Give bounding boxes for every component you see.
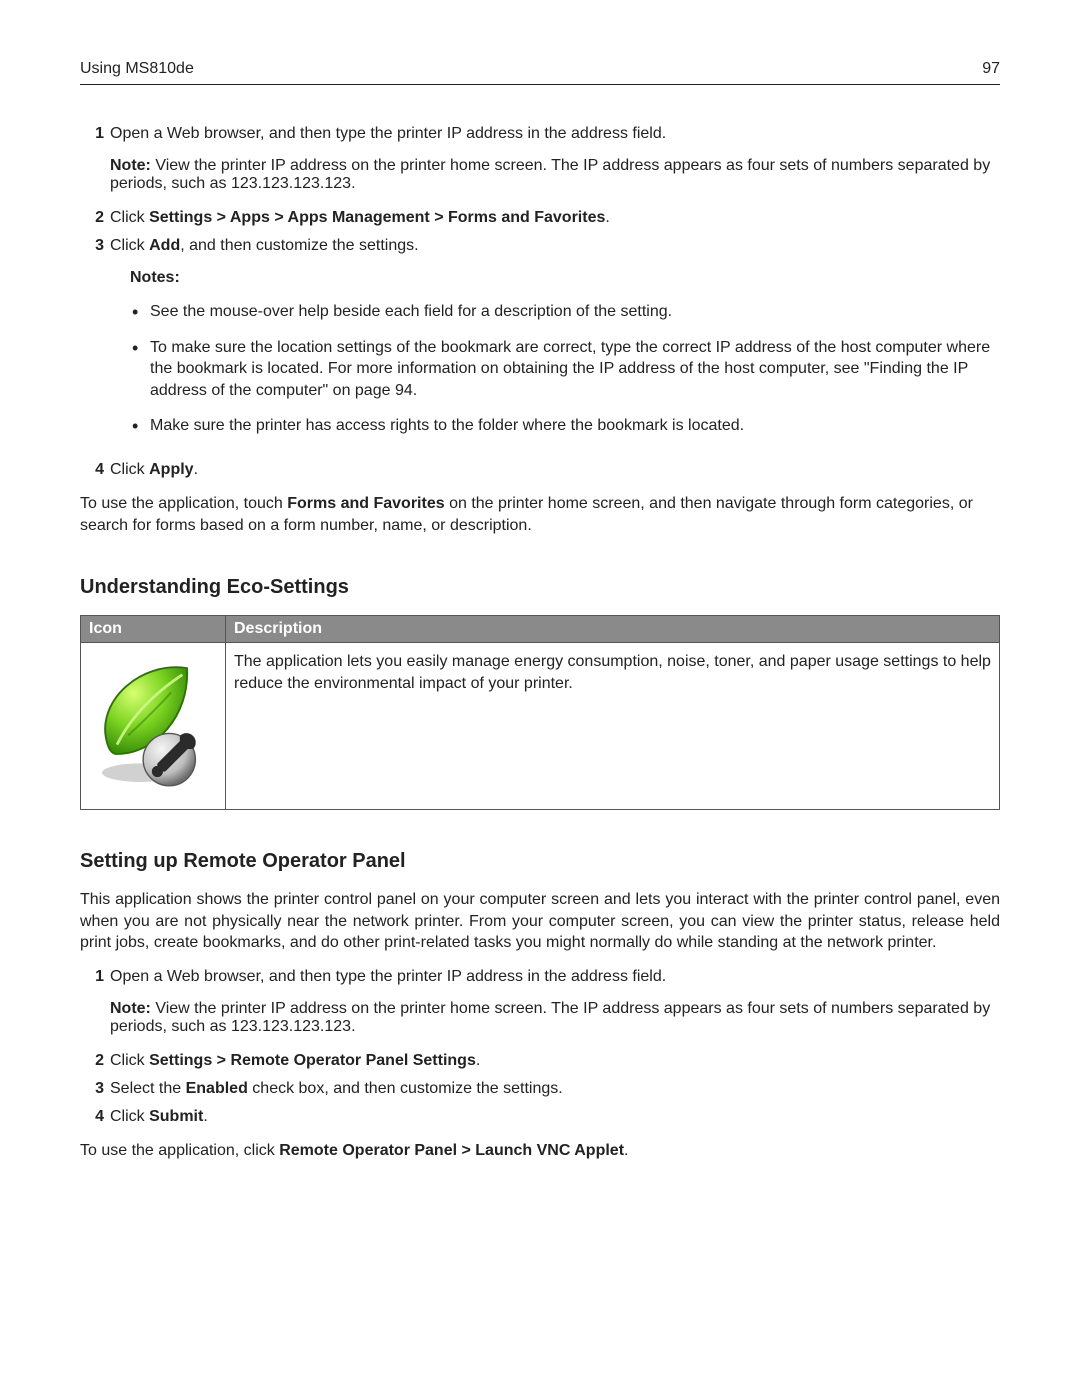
step-4: 4 Click Apply.	[80, 461, 1000, 479]
rop-heading: Setting up Remote Operator Panel	[80, 850, 1000, 873]
rop-step-1: 1 Open a Web browser, and then type the …	[80, 968, 1000, 1042]
bullet-2: To make sure the location settings of th…	[130, 337, 1000, 402]
bullet-1: See the mouse-over help beside each fiel…	[130, 301, 1000, 323]
eco-heading: Understanding Eco-Settings	[80, 576, 1000, 599]
nav-path: Settings > Apps > Apps Management > Form…	[149, 209, 605, 226]
rop-intro: This application shows the printer contr…	[80, 889, 1000, 954]
notes-heading: Notes:	[130, 269, 1000, 287]
page-header: Using MS810de 97	[80, 60, 1000, 85]
step-1-text: Open a Web browser, and then type the pr…	[110, 125, 666, 142]
steps-rop: 1 Open a Web browser, and then type the …	[80, 968, 1000, 1126]
rop-usage: To use the application, click Remote Ope…	[80, 1140, 1000, 1162]
note-label: Note:	[110, 157, 151, 174]
steps-forms-favorites: 1 Open a Web browser, and then type the …	[80, 125, 1000, 479]
step-3: 3 Click Add, and then customize the sett…	[80, 237, 1000, 451]
forms-application-usage: To use the application, touch Forms and …	[80, 493, 1000, 536]
eco-table: Icon Description	[80, 615, 1000, 810]
step-1: 1 Open a Web browser, and then type the …	[80, 125, 1000, 199]
document-page: Using MS810de 97 1 Open a Web browser, a…	[0, 0, 1080, 1256]
notes-bullets: See the mouse-over help beside each fiel…	[130, 301, 1000, 437]
th-description: Description	[226, 616, 1000, 643]
bullet-3: Make sure the printer has access rights …	[130, 415, 1000, 437]
eco-leaf-wrench-icon	[89, 651, 201, 801]
eco-row: The application lets you easily manage e…	[81, 643, 1000, 810]
step-2: 2 Click Settings > Apps > Apps Managemen…	[80, 209, 1000, 227]
page-number: 97	[982, 60, 1000, 78]
rop-step-3: 3 Select the Enabled check box, and then…	[80, 1080, 1000, 1098]
rop-step-4: 4 Click Submit.	[80, 1108, 1000, 1126]
rop-step-2: 2 Click Settings > Remote Operator Panel…	[80, 1052, 1000, 1070]
eco-description: The application lets you easily manage e…	[226, 643, 1000, 810]
th-icon: Icon	[81, 616, 226, 643]
section-title: Using MS810de	[80, 60, 194, 78]
step-1-note: View the printer IP address on the print…	[110, 157, 990, 192]
